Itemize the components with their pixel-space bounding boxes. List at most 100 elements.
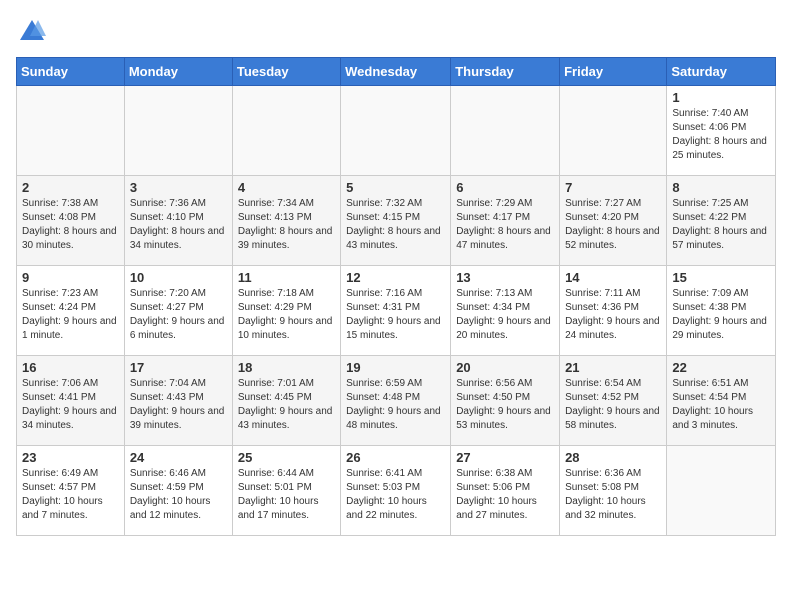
calendar-cell xyxy=(451,86,560,176)
logo-icon xyxy=(18,16,46,44)
calendar-cell: 11Sunrise: 7:18 AM Sunset: 4:29 PM Dayli… xyxy=(232,266,340,356)
day-header-monday: Monday xyxy=(124,58,232,86)
calendar-cell: 6 Sunrise: 7:29 AM Sunset: 4:17 PM Daylig… xyxy=(451,176,560,266)
day-number: 17 xyxy=(130,360,227,375)
day-number: 20 xyxy=(456,360,554,375)
day-info: Sunrise: 7:27 AM Sunset: 4:20 PM Dayligh… xyxy=(565,197,661,253)
day-info: Sunrise: 6:44 AM Sunset: 5:01 PM Dayligh… xyxy=(238,467,335,523)
calendar-cell: 21Sunrise: 6:54 AM Sunset: 4:52 PM Dayli… xyxy=(560,356,667,446)
calendar-cell: 28 Sunrise: 6:36 AM Sunset: 5:08 PM Dayli… xyxy=(560,446,667,536)
day-info: Sunrise: 6:56 AM Sunset: 4:50 PM Dayligh… xyxy=(456,377,554,433)
day-info: Sunrise: 7:36 AM Sunset: 4:10 PM Dayligh… xyxy=(130,197,227,253)
day-number: 10 xyxy=(130,270,227,285)
calendar-cell xyxy=(341,86,451,176)
day-number: 28 xyxy=(565,450,661,465)
day-number: 24 xyxy=(130,450,227,465)
day-info: Sunrise: 7:25 AM Sunset: 4:22 PM Dayligh… xyxy=(672,197,770,253)
calendar-table: SundayMondayTuesdayWednesdayThursdayFrid… xyxy=(16,57,776,536)
calendar-cell: 4 Sunrise: 7:34 AM Sunset: 4:13 PM Daylig… xyxy=(232,176,340,266)
calendar-cell xyxy=(124,86,232,176)
calendar-cell: 2 Sunrise: 7:38 AM Sunset: 4:08 PM Daylig… xyxy=(17,176,125,266)
day-info: Sunrise: 7:13 AM Sunset: 4:34 PM Dayligh… xyxy=(456,287,554,343)
day-number: 14 xyxy=(565,270,661,285)
calendar-week-row: 16 Sunrise: 7:06 AM Sunset: 4:41 PM Dayli… xyxy=(17,356,776,446)
day-info: Sunrise: 6:38 AM Sunset: 5:06 PM Dayligh… xyxy=(456,467,554,523)
calendar-cell: 18Sunrise: 7:01 AM Sunset: 4:45 PM Dayli… xyxy=(232,356,340,446)
calendar-week-row: 23Sunrise: 6:49 AM Sunset: 4:57 PM Dayli… xyxy=(17,446,776,536)
day-info: Sunrise: 7:29 AM Sunset: 4:17 PM Dayligh… xyxy=(456,197,554,253)
day-number: 22 xyxy=(672,360,770,375)
calendar-cell: 1 Sunrise: 7:40 AM Sunset: 4:06 PM Daylig… xyxy=(667,86,776,176)
day-header-friday: Friday xyxy=(560,58,667,86)
calendar-cell: 27Sunrise: 6:38 AM Sunset: 5:06 PM Dayli… xyxy=(451,446,560,536)
day-number: 12 xyxy=(346,270,445,285)
calendar-cell: 17 Sunrise: 7:04 AM Sunset: 4:43 PM Dayli… xyxy=(124,356,232,446)
day-number: 4 xyxy=(238,180,335,195)
calendar-week-row: 2 Sunrise: 7:38 AM Sunset: 4:08 PM Daylig… xyxy=(17,176,776,266)
calendar-cell xyxy=(667,446,776,536)
calendar-cell: 13 Sunrise: 7:13 AM Sunset: 4:34 PM Dayli… xyxy=(451,266,560,356)
calendar-cell: 26 Sunrise: 6:41 AM Sunset: 5:03 PM Dayli… xyxy=(341,446,451,536)
day-number: 21 xyxy=(565,360,661,375)
day-number: 2 xyxy=(22,180,119,195)
calendar-cell: 3 Sunrise: 7:36 AM Sunset: 4:10 PM Daylig… xyxy=(124,176,232,266)
day-info: Sunrise: 7:11 AM Sunset: 4:36 PM Dayligh… xyxy=(565,287,661,343)
day-number: 9 xyxy=(22,270,119,285)
day-number: 13 xyxy=(456,270,554,285)
calendar-header-row: SundayMondayTuesdayWednesdayThursdayFrid… xyxy=(17,58,776,86)
day-header-thursday: Thursday xyxy=(451,58,560,86)
day-info: Sunrise: 6:59 AM Sunset: 4:48 PM Dayligh… xyxy=(346,377,445,433)
day-number: 3 xyxy=(130,180,227,195)
page-header xyxy=(16,16,776,49)
calendar-cell: 12 Sunrise: 7:16 AM Sunset: 4:31 PM Dayli… xyxy=(341,266,451,356)
calendar-cell xyxy=(17,86,125,176)
calendar-cell: 8 Sunrise: 7:25 AM Sunset: 4:22 PM Daylig… xyxy=(667,176,776,266)
calendar-cell: 7 Sunrise: 7:27 AM Sunset: 4:20 PM Daylig… xyxy=(560,176,667,266)
day-info: Sunrise: 6:49 AM Sunset: 4:57 PM Dayligh… xyxy=(22,467,119,523)
day-header-sunday: Sunday xyxy=(17,58,125,86)
day-number: 25 xyxy=(238,450,335,465)
calendar-week-row: 1 Sunrise: 7:40 AM Sunset: 4:06 PM Daylig… xyxy=(17,86,776,176)
calendar-cell: 19Sunrise: 6:59 AM Sunset: 4:48 PM Dayli… xyxy=(341,356,451,446)
calendar-cell: 15 Sunrise: 7:09 AM Sunset: 4:38 PM Dayli… xyxy=(667,266,776,356)
day-info: Sunrise: 6:51 AM Sunset: 4:54 PM Dayligh… xyxy=(672,377,770,433)
day-info: Sunrise: 7:06 AM Sunset: 4:41 PM Dayligh… xyxy=(22,377,119,433)
day-info: Sunrise: 7:38 AM Sunset: 4:08 PM Dayligh… xyxy=(22,197,119,253)
calendar-cell: 25 Sunrise: 6:44 AM Sunset: 5:01 PM Dayli… xyxy=(232,446,340,536)
day-number: 16 xyxy=(22,360,119,375)
day-info: Sunrise: 7:32 AM Sunset: 4:15 PM Dayligh… xyxy=(346,197,445,253)
calendar-cell: 14 Sunrise: 7:11 AM Sunset: 4:36 PM Dayli… xyxy=(560,266,667,356)
day-number: 15 xyxy=(672,270,770,285)
calendar-cell: 5 Sunrise: 7:32 AM Sunset: 4:15 PM Daylig… xyxy=(341,176,451,266)
calendar-cell: 20 Sunrise: 6:56 AM Sunset: 4:50 PM Dayli… xyxy=(451,356,560,446)
day-info: Sunrise: 7:04 AM Sunset: 4:43 PM Dayligh… xyxy=(130,377,227,433)
day-number: 7 xyxy=(565,180,661,195)
calendar-cell: 23Sunrise: 6:49 AM Sunset: 4:57 PM Dayli… xyxy=(17,446,125,536)
day-number: 8 xyxy=(672,180,770,195)
day-info: Sunrise: 6:36 AM Sunset: 5:08 PM Dayligh… xyxy=(565,467,661,523)
calendar-cell: 9 Sunrise: 7:23 AM Sunset: 4:24 PM Daylig… xyxy=(17,266,125,356)
day-info: Sunrise: 7:34 AM Sunset: 4:13 PM Dayligh… xyxy=(238,197,335,253)
logo xyxy=(16,16,46,49)
day-number: 1 xyxy=(672,90,770,105)
day-header-saturday: Saturday xyxy=(667,58,776,86)
day-number: 5 xyxy=(346,180,445,195)
day-info: Sunrise: 7:09 AM Sunset: 4:38 PM Dayligh… xyxy=(672,287,770,343)
calendar-cell xyxy=(560,86,667,176)
calendar-cell: 16 Sunrise: 7:06 AM Sunset: 4:41 PM Dayli… xyxy=(17,356,125,446)
calendar-cell: 24 Sunrise: 6:46 AM Sunset: 4:59 PM Dayli… xyxy=(124,446,232,536)
calendar-cell: 22 Sunrise: 6:51 AM Sunset: 4:54 PM Dayli… xyxy=(667,356,776,446)
day-number: 6 xyxy=(456,180,554,195)
day-info: Sunrise: 7:20 AM Sunset: 4:27 PM Dayligh… xyxy=(130,287,227,343)
day-number: 11 xyxy=(238,270,335,285)
day-info: Sunrise: 6:41 AM Sunset: 5:03 PM Dayligh… xyxy=(346,467,445,523)
calendar-week-row: 9 Sunrise: 7:23 AM Sunset: 4:24 PM Daylig… xyxy=(17,266,776,356)
day-header-wednesday: Wednesday xyxy=(341,58,451,86)
day-info: Sunrise: 6:46 AM Sunset: 4:59 PM Dayligh… xyxy=(130,467,227,523)
day-info: Sunrise: 7:23 AM Sunset: 4:24 PM Dayligh… xyxy=(22,287,119,343)
day-number: 26 xyxy=(346,450,445,465)
day-info: Sunrise: 7:01 AM Sunset: 4:45 PM Dayligh… xyxy=(238,377,335,433)
day-info: Sunrise: 7:16 AM Sunset: 4:31 PM Dayligh… xyxy=(346,287,445,343)
day-info: Sunrise: 7:40 AM Sunset: 4:06 PM Dayligh… xyxy=(672,107,770,163)
day-header-tuesday: Tuesday xyxy=(232,58,340,86)
